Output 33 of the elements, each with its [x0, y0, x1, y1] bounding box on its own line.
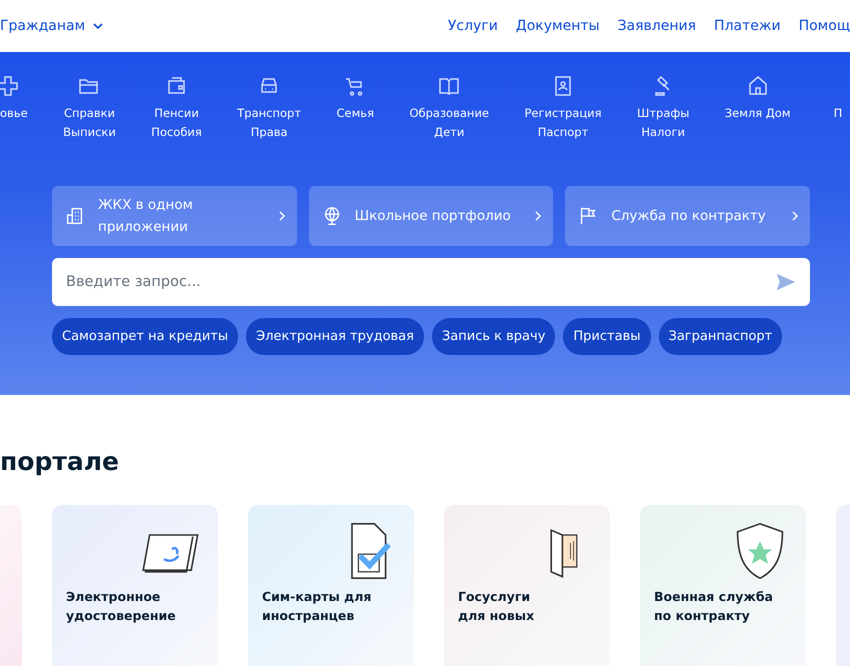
category-link[interactable]: Справки Выписки — [63, 104, 116, 142]
nav-link[interactable]: Платежи — [714, 18, 781, 34]
category-link[interactable]: Транспорт Права — [237, 104, 302, 142]
chevron-right-icon — [535, 211, 542, 221]
promo-card[interactable]: Госуслуги для новых — [444, 505, 610, 666]
suggestion-chip[interactable]: Самозапрет на кредиты — [52, 318, 238, 355]
plus-icon — [0, 74, 20, 98]
category-link[interactable]: Семья — [336, 104, 374, 123]
section-heading: портале — [0, 447, 120, 477]
category-link[interactable]: Пенсии Пособия — [151, 104, 202, 142]
category-link[interactable]: Штрафы Налоги — [637, 104, 690, 142]
audience-dropdown[interactable]: Гражданам — [0, 18, 104, 34]
chevron-down-icon — [93, 23, 104, 29]
nav-link[interactable]: Помощ — [798, 18, 850, 34]
category-link[interactable]: овье — [0, 104, 28, 123]
suggestion-chip[interactable]: Загранпаспорт — [658, 318, 782, 355]
nav-link[interactable]: Заявления — [618, 18, 696, 34]
search-field[interactable]: Введите запрос... — [52, 258, 810, 306]
suggestion-chip[interactable]: Приставы — [563, 318, 650, 355]
category-link[interactable]: Земля Дом — [724, 104, 790, 123]
promo-card[interactable]: Военная служба по контракту — [640, 505, 806, 666]
suggestion-chip[interactable]: Электронная трудовая — [246, 318, 424, 355]
suggestion-chip[interactable]: Запись к врачу — [432, 318, 556, 355]
chevron-right-icon — [792, 211, 798, 221]
promo-card[interactable]: Сим-карты для иностранцев — [248, 505, 414, 666]
nav-link[interactable]: Услуги — [448, 18, 498, 34]
chevron-right-icon — [278, 211, 285, 221]
promo-card[interactable]: Электронное удостоверение — [52, 505, 218, 666]
category-link[interactable]: Образование Дети — [409, 104, 489, 142]
quick-link-button[interactable]: ЖКХ в одном приложении — [52, 186, 297, 246]
category-link[interactable]: П — [834, 104, 842, 123]
nav-link[interactable]: Документы — [516, 18, 600, 34]
category-link[interactable]: Регистрация Паспорт — [524, 104, 602, 142]
